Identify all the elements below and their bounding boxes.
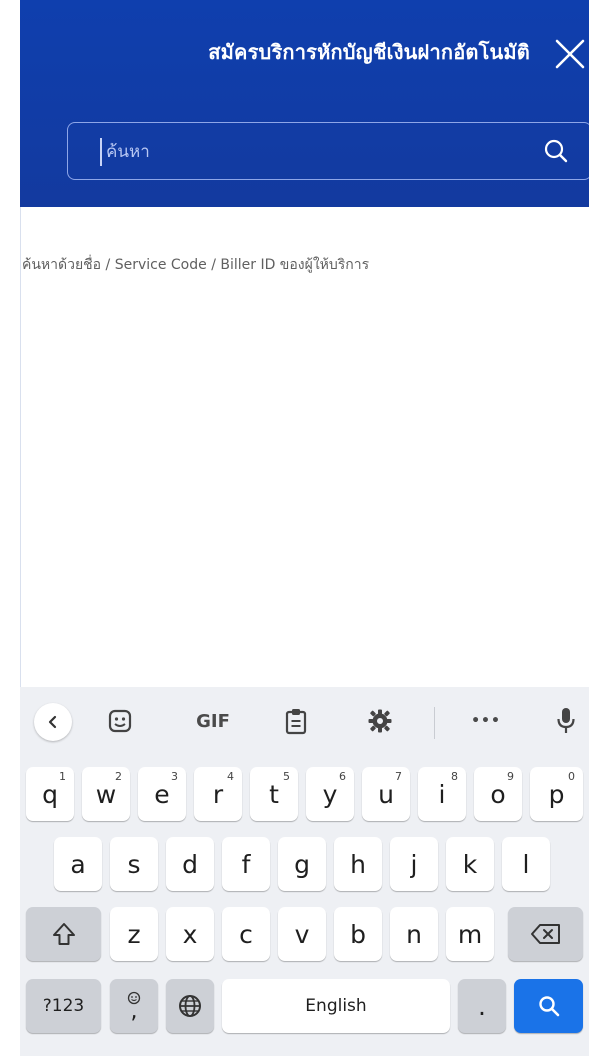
search-icon-button[interactable] (540, 135, 572, 167)
search-input[interactable] (106, 136, 526, 168)
key-letter: t (269, 779, 279, 809)
more-options-button[interactable]: ••• (466, 703, 506, 739)
space-key[interactable]: English (222, 979, 450, 1033)
clipboard-icon (285, 709, 307, 735)
key-t[interactable]: t5 (250, 767, 298, 821)
key-r[interactable]: r4 (194, 767, 242, 821)
key-n[interactable]: n (390, 907, 438, 961)
key-letter: w (95, 779, 117, 809)
page-title: สมัครบริการหักบัญชีเงินฝากอัตโนมัติ (208, 40, 530, 64)
key-q[interactable]: q1 (26, 767, 74, 821)
key-h[interactable]: h (334, 837, 382, 891)
key-a[interactable]: a (54, 837, 102, 891)
key-v[interactable]: v (278, 907, 326, 961)
key-c[interactable]: c (222, 907, 270, 961)
search-key[interactable] (514, 979, 583, 1033)
key-g[interactable]: g (278, 837, 326, 891)
key-u[interactable]: u7 (362, 767, 410, 821)
key-s[interactable]: s (110, 837, 158, 891)
chevron-left-icon (48, 715, 57, 729)
key-number-hint: 9 (507, 770, 514, 783)
search-icon (538, 996, 559, 1017)
key-number-hint: 0 (568, 770, 575, 783)
keyboard-back-button[interactable] (34, 703, 72, 741)
symbols-key[interactable]: ?123 (26, 979, 101, 1033)
key-letter: o (490, 779, 506, 809)
backspace-icon (530, 924, 560, 944)
gear-icon (368, 709, 392, 733)
key-b[interactable]: b (334, 907, 382, 961)
close-button[interactable] (550, 34, 589, 74)
key-k[interactable]: k (446, 837, 494, 891)
clipboard-button[interactable] (276, 703, 316, 739)
emoji-comma-key[interactable]: , (110, 979, 158, 1033)
toolbar-divider (434, 707, 435, 739)
gif-button[interactable]: GIF (188, 703, 238, 739)
key-number-hint: 1 (59, 770, 66, 783)
shift-key[interactable] (26, 907, 101, 961)
key-number-hint: 5 (283, 770, 290, 783)
key-letter: p (548, 779, 565, 809)
key-number-hint: 2 (115, 770, 122, 783)
key-y[interactable]: y6 (306, 767, 354, 821)
key-letter: r (212, 779, 224, 809)
key-number-hint: 7 (395, 770, 402, 783)
app-header: สมัครบริการหักบัญชีเงินฝากอัตโนมัติ (0, 0, 589, 207)
key-letter: i (438, 779, 446, 809)
keyboard-toolbar: GIF ••• (20, 687, 589, 757)
period-key[interactable]: . (458, 979, 506, 1033)
key-i[interactable]: i8 (418, 767, 466, 821)
key-l[interactable]: l (502, 837, 550, 891)
key-f[interactable]: f (222, 837, 270, 891)
globe-icon (179, 995, 201, 1017)
key-number-hint: 4 (227, 770, 234, 783)
key-number-hint: 3 (171, 770, 178, 783)
backspace-key[interactable] (508, 907, 583, 961)
left-edge-divider (20, 207, 21, 687)
key-number-hint: 8 (451, 770, 458, 783)
key-letter: y (322, 779, 338, 809)
search-hint-text: ค้นหาด้วยชื่อ / Service Code / Biller ID… (22, 257, 370, 273)
key-e[interactable]: e3 (138, 767, 186, 821)
close-icon (555, 39, 585, 69)
key-p[interactable]: p0 (530, 767, 583, 821)
key-x[interactable]: x (166, 907, 214, 961)
key-d[interactable]: d (166, 837, 214, 891)
key-j[interactable]: j (390, 837, 438, 891)
comma-label: , (130, 999, 138, 1024)
search-icon (544, 139, 568, 163)
key-w[interactable]: w2 (82, 767, 130, 821)
microphone-icon (557, 708, 575, 733)
voice-input-button[interactable] (548, 703, 584, 739)
shift-icon (52, 923, 75, 945)
language-key[interactable] (166, 979, 214, 1033)
sticker-icon (108, 709, 132, 733)
key-number-hint: 6 (339, 770, 346, 783)
key-letter: q (42, 779, 58, 809)
key-z[interactable]: z (110, 907, 158, 961)
sticker-button[interactable] (100, 703, 140, 739)
on-screen-keyboard: GIF ••• q 1 w 2 e 3 r 4 t 5 y 6 u 7 i 8 … (20, 687, 589, 1056)
key-o[interactable]: o9 (474, 767, 522, 821)
key-letter: e (154, 779, 170, 809)
key-m[interactable]: m (446, 907, 494, 961)
key-letter: u (378, 779, 394, 809)
settings-button[interactable] (360, 703, 400, 739)
text-cursor (100, 138, 102, 166)
